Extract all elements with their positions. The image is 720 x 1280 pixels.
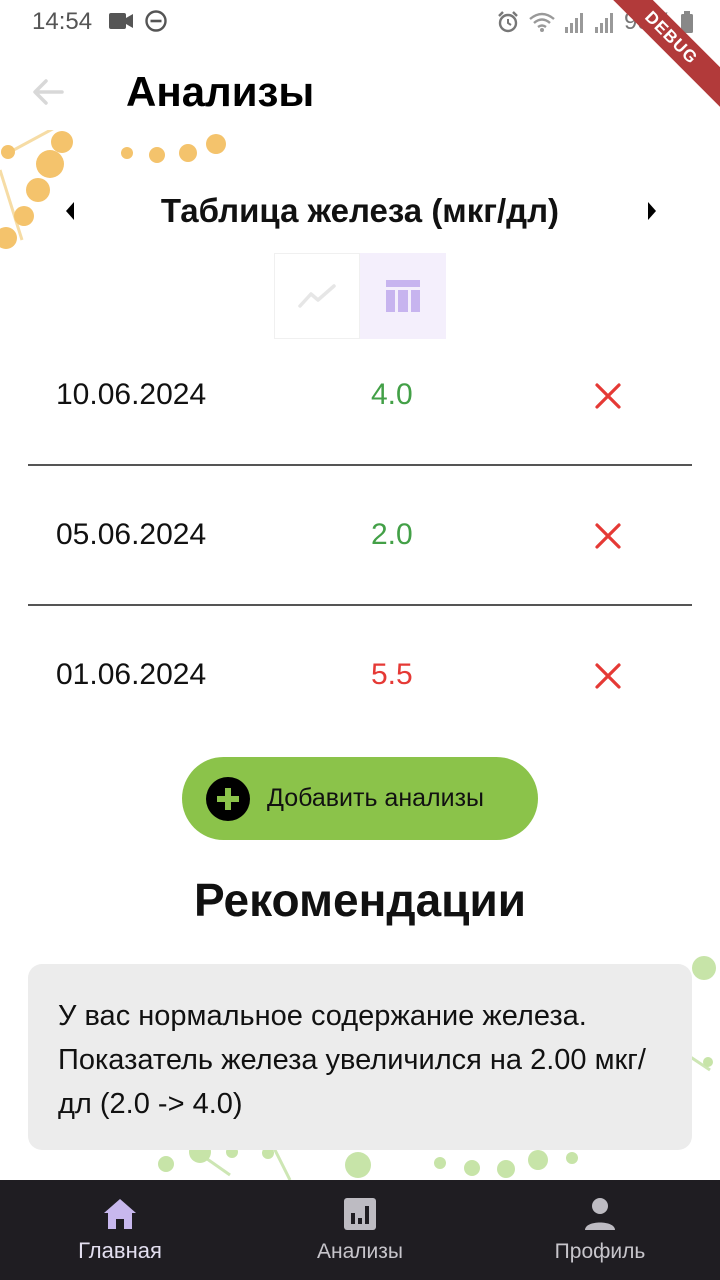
record-value: 5.5 — [371, 658, 413, 691]
recommendations-title: Рекомендации — [193, 874, 527, 926]
wifi-icon — [529, 12, 555, 32]
add-analysis-label: Добавить анализы — [267, 784, 485, 812]
status-bar: 14:54 DEBUG — [0, 0, 720, 116]
nav-label-home: Главная — [78, 1238, 162, 1263]
chart-header: Таблица железа (мкг/дл) — [0, 180, 720, 244]
next-chart-arrow-icon[interactable] — [638, 196, 664, 226]
signal-icon-2 — [594, 13, 613, 33]
alarm-icon — [498, 11, 518, 33]
nav-item-analyses[interactable]: Анализы — [240, 1180, 480, 1280]
record-date: 05.06.2024 — [56, 518, 207, 551]
video-camera-icon — [109, 13, 133, 29]
bottom-nav: Главная Анализы Профиль — [0, 1180, 720, 1280]
table-row: 01.06.2024 5.5 — [28, 606, 692, 746]
record-date: 01.06.2024 — [56, 658, 207, 691]
table-row: 05.06.2024 2.0 — [28, 466, 692, 606]
records-table: 10.06.2024 4.0 05.06.2024 2.0 01.06.2024… — [28, 326, 692, 746]
table-icon — [386, 280, 420, 312]
app-bar: Анализы — [0, 44, 720, 140]
home-icon — [104, 1199, 136, 1229]
nav-item-home[interactable]: Главная — [0, 1180, 240, 1280]
back-arrow-icon[interactable] — [28, 72, 68, 112]
delete-icon[interactable] — [594, 522, 622, 550]
signal-icon — [564, 13, 583, 33]
do-not-disturb-icon — [145, 10, 167, 32]
line-chart-icon — [298, 284, 336, 308]
record-date: 10.06.2024 — [56, 378, 207, 411]
nav-item-profile[interactable]: Профиль — [480, 1180, 720, 1280]
chart-icon — [344, 1198, 376, 1230]
table-row: 10.06.2024 4.0 — [28, 326, 692, 466]
delete-icon[interactable] — [594, 662, 622, 690]
add-circle-icon — [206, 776, 250, 821]
profile-icon — [585, 1198, 615, 1230]
status-time: 14:54 — [32, 8, 93, 35]
page-title: Анализы — [126, 68, 315, 115]
record-value: 2.0 — [371, 518, 413, 551]
nav-label-analyses: Анализы — [317, 1240, 403, 1263]
recommendation-card: У вас нормальное содержание железа. Пока… — [28, 964, 692, 1150]
recommendation-text: У вас нормальное содержание железа. Пока… — [58, 1000, 646, 1120]
nav-label-profile: Профиль — [554, 1240, 646, 1263]
add-analysis-button[interactable]: Добавить анализы — [182, 757, 538, 840]
chart-title: Таблица железа (мкг/дл) — [160, 192, 560, 229]
record-value: 4.0 — [371, 378, 413, 411]
delete-icon[interactable] — [594, 382, 622, 410]
